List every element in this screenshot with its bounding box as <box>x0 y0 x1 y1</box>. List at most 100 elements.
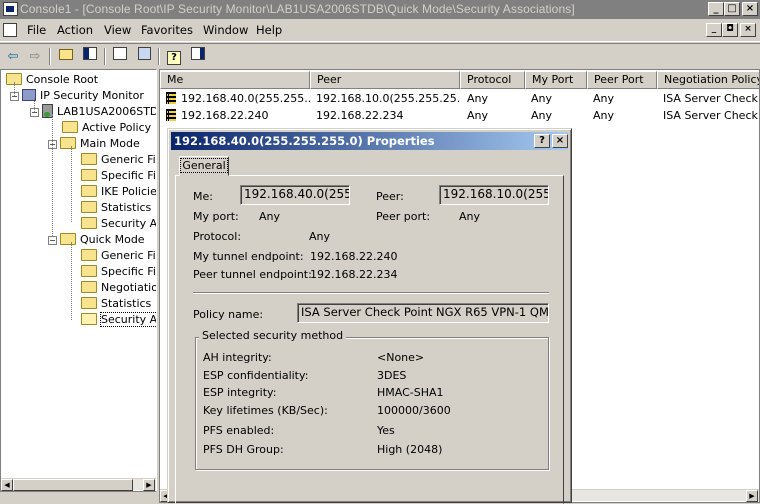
show-hide-tree-icon[interactable] <box>80 47 100 67</box>
table-row[interactable]: 192.168.22.240 192.168.22.234 Any Any An… <box>160 107 760 124</box>
dialog-title-bar[interactable]: 192.168.40.0(255.255.255.0) Properties <box>171 132 568 150</box>
folder-icon <box>81 169 97 181</box>
scroll-right-arrow-icon[interactable]: ▶ <box>746 490 758 502</box>
forward-arrow-icon[interactable]: ⇨ <box>25 47 45 67</box>
column-header-my-port[interactable]: My Port <box>525 71 587 89</box>
title-bar[interactable]: Console1 - [Console Root\IP Security Mon… <box>0 0 760 19</box>
cell-peer: 192.168.22.234 <box>316 109 404 122</box>
menu-view[interactable]: View <box>104 23 131 37</box>
tree-item-main-mode[interactable]: − Main Mode <box>48 136 140 152</box>
tree-horizontal-scrollbar[interactable]: ◀ ▶ <box>1 478 156 491</box>
folder-icon <box>81 265 97 277</box>
tree-item-negotiation-policies[interactable]: Negotiation <box>81 280 156 296</box>
help-icon[interactable]: ? <box>164 47 184 67</box>
esp-integrity-value: HMAC-SHA1 <box>377 386 444 399</box>
dialog-help-button[interactable]: ? <box>534 134 550 148</box>
protocol-value: Any <box>309 230 331 243</box>
tree-item-mm-statistics[interactable]: Statistics <box>81 200 151 216</box>
tree-item-ip-security-monitor[interactable]: − IP Security Monitor <box>10 88 144 104</box>
my-port-label: My port: <box>193 210 239 223</box>
toolbar: ⇦ ⇨ ? <box>0 43 760 68</box>
security-association-icon <box>166 109 176 121</box>
scroll-right-arrow-icon[interactable]: ▶ <box>143 479 155 491</box>
scroll-left-arrow-icon[interactable]: ◀ <box>1 479 13 491</box>
menu-window[interactable]: Window <box>203 23 248 37</box>
mdi-document-icon[interactable] <box>3 23 17 37</box>
console-app-icon[interactable] <box>3 2 18 16</box>
column-header-peer[interactable]: Peer <box>310 71 460 89</box>
me-label: Me: <box>193 190 213 203</box>
my-port-value: Any <box>259 210 281 223</box>
menu-action[interactable]: Action <box>57 23 93 37</box>
folder-icon <box>60 233 76 245</box>
minimize-button[interactable]: _ <box>708 2 724 16</box>
column-header-protocol[interactable]: Protocol <box>460 71 525 89</box>
peer-port-value: Any <box>459 210 481 223</box>
cell-me: 192.168.22.240 <box>166 107 310 124</box>
folder-icon <box>81 153 97 165</box>
esp-confidentiality-label: ESP confidentiality: <box>203 369 309 382</box>
refresh-icon[interactable] <box>134 47 154 67</box>
column-header-negotiation-policy[interactable]: Negotiation Policy <box>657 71 759 89</box>
menu-help[interactable]: Help <box>256 23 282 37</box>
column-header-me[interactable]: Me <box>160 71 310 89</box>
pfs-dh-group-label: PFS DH Group: <box>203 443 284 456</box>
folder-icon <box>62 121 78 133</box>
mdi-close-button[interactable]: × <box>740 23 756 37</box>
pfs-enabled-value: Yes <box>377 424 395 437</box>
tree-item-qm-specific-filters[interactable]: Specific Filt <box>81 264 156 280</box>
menu-favorites[interactable]: Favorites <box>141 23 193 37</box>
column-header-peer-port[interactable]: Peer Port <box>587 71 657 89</box>
folder-icon <box>60 137 76 149</box>
peer-label: Peer: <box>376 190 404 203</box>
me-field[interactable]: 192.168.40.0(255.25 <box>240 185 350 205</box>
tree-item-console-root[interactable]: Console Root <box>6 72 98 88</box>
folder-open-icon <box>81 313 97 325</box>
security-method-group-title: Selected security method <box>199 329 347 342</box>
show-hide-action-pane-icon[interactable] <box>188 47 208 67</box>
my-tunnel-endpoint-value: 192.168.22.240 <box>310 250 398 263</box>
key-lifetimes-value: 100000/3600 <box>377 404 451 417</box>
console-tree[interactable]: Console Root − IP Security Monitor − LAB1U… <box>0 69 157 492</box>
close-button[interactable]: × <box>742 2 758 16</box>
back-arrow-icon[interactable]: ⇦ <box>3 47 23 67</box>
tree-item-qm-security-associations[interactable]: Security As <box>81 312 156 328</box>
cell-peer-port: Any <box>593 109 615 122</box>
mdi-restore-button[interactable]: ◘ <box>722 23 738 37</box>
tab-general[interactable]: General <box>179 156 229 176</box>
table-row[interactable]: 192.168.40.0(255.255.... 192.168.10.0(25… <box>160 90 759 107</box>
properties-icon[interactable] <box>110 47 130 67</box>
cell-protocol: Any <box>467 92 489 105</box>
folder-icon <box>81 249 97 261</box>
policy-name-field[interactable]: ISA Server Check Point NGX R65 VPN-1 QM … <box>297 303 549 323</box>
collapse-icon[interactable]: − <box>48 236 57 245</box>
key-lifetimes-label: Key lifetimes (KB/Sec): <box>203 404 328 417</box>
cell-peer-port: Any <box>593 92 615 105</box>
peer-field[interactable]: 192.168.10.0(255.25 <box>439 185 549 205</box>
up-folder-icon[interactable] <box>56 47 76 67</box>
tree-item-server[interactable]: − LAB1USA2006STDB <box>30 104 156 120</box>
dialog-title: 192.168.40.0(255.255.255.0) Properties <box>174 134 435 148</box>
dialog-close-button[interactable]: × <box>552 134 568 148</box>
tree-item-mm-security-associations[interactable]: Security As <box>81 216 156 232</box>
menu-bar: File Action View Favorites Window Help _… <box>0 19 760 42</box>
tree-line <box>52 114 53 236</box>
mdi-minimize-button[interactable]: _ <box>706 23 722 37</box>
peer-tunnel-endpoint-label: Peer tunnel endpoint: <box>193 268 312 281</box>
properties-dialog: 192.168.40.0(255.255.255.0) Properties ?… <box>167 128 572 504</box>
tree-item-quick-mode[interactable]: − Quick Mode <box>48 232 145 248</box>
my-tunnel-endpoint-label: My tunnel endpoint: <box>193 250 304 263</box>
esp-integrity-label: ESP integrity: <box>203 386 277 399</box>
pfs-enabled-label: PFS enabled: <box>203 424 275 437</box>
tree-item-qm-generic-filters[interactable]: Generic Filt <box>81 248 156 264</box>
tree-item-ike-policies[interactable]: IKE Policies <box>81 184 156 200</box>
cell-negotiation-policy: ISA Server Check... <box>663 109 760 122</box>
tree-item-mm-generic-filters[interactable]: Generic Filt <box>81 152 156 168</box>
tree-item-qm-statistics[interactable]: Statistics <box>81 296 151 312</box>
cell-my-port: Any <box>531 92 553 105</box>
tree-item-active-policy[interactable]: Active Policy <box>62 120 151 136</box>
menu-file[interactable]: File <box>27 23 46 37</box>
maximize-button[interactable]: □ <box>724 2 740 16</box>
tree-item-mm-specific-filters[interactable]: Specific Filt <box>81 168 156 184</box>
scroll-thumb[interactable] <box>13 479 133 491</box>
